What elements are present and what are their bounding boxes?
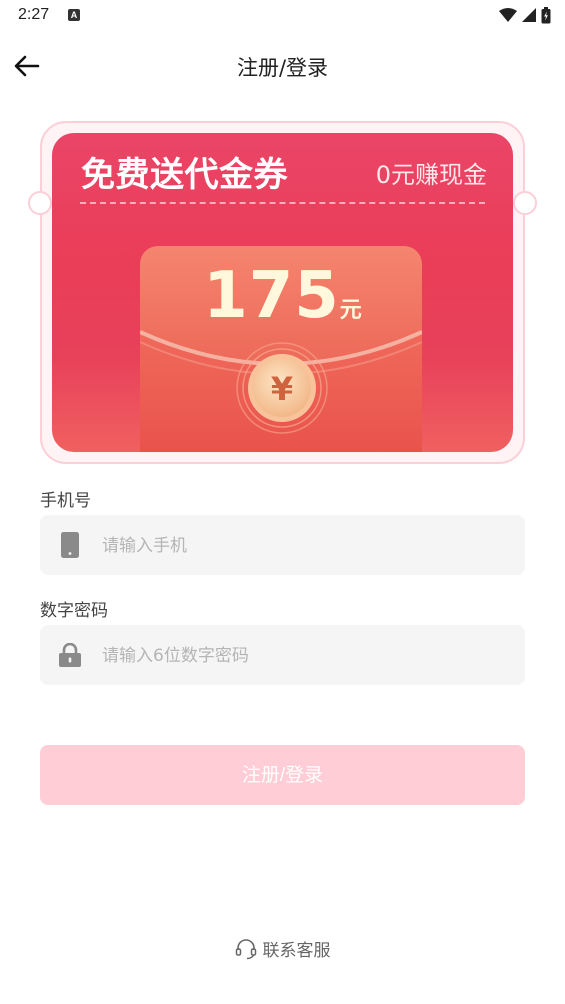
battery-icon — [541, 6, 551, 23]
contact-service-label: 联系客服 — [262, 941, 331, 961]
phone-input[interactable] — [100, 515, 504, 577]
amount-value: 175 — [203, 259, 340, 333]
notification-icon: A — [68, 9, 80, 21]
status-bar: 2:27 A — [0, 0, 565, 32]
ticket-notch-left — [28, 191, 52, 215]
dashed-divider — [80, 202, 485, 204]
phone-icon — [58, 532, 82, 558]
coin-symbol: ¥ — [271, 370, 293, 408]
login-page: 2:27 A 注册/登录 免费送代金券 0元赚现金 175元 ¥ 手机号 请输入… — [0, 0, 565, 1004]
signal-icon — [522, 8, 536, 22]
banner-card: 免费送代金券 0元赚现金 175元 ¥ — [52, 133, 513, 452]
coin-icon: ¥ — [236, 342, 328, 434]
status-time: 2:27 — [18, 6, 50, 23]
promo-banner: 免费送代金券 0元赚现金 175元 ¥ — [28, 121, 537, 464]
amount-unit: 元 — [339, 298, 362, 323]
status-icons — [499, 6, 551, 24]
password-input[interactable] — [100, 625, 504, 687]
header: 注册/登录 — [0, 40, 565, 92]
password-label: 数字密码 — [40, 601, 108, 621]
promo-subtitle: 0元赚现金 — [375, 161, 487, 189]
page-title: 注册/登录 — [236, 56, 329, 80]
phone-input-box[interactable] — [40, 515, 525, 577]
promo-title: 免费送代金券 — [81, 155, 288, 195]
amount-display: 175元 — [52, 259, 513, 333]
headset-icon — [235, 938, 256, 959]
coin-graphic: ¥ — [236, 342, 328, 434]
register-login-button[interactable]: 注册/登录 — [40, 745, 525, 805]
wifi-icon — [499, 8, 517, 22]
ticket-notch-right — [513, 191, 537, 215]
contact-service-link[interactable]: 联系客服 — [0, 936, 565, 961]
phone-label: 手机号 — [40, 491, 91, 511]
lock-icon — [58, 642, 82, 668]
password-input-box[interactable] — [40, 625, 525, 687]
